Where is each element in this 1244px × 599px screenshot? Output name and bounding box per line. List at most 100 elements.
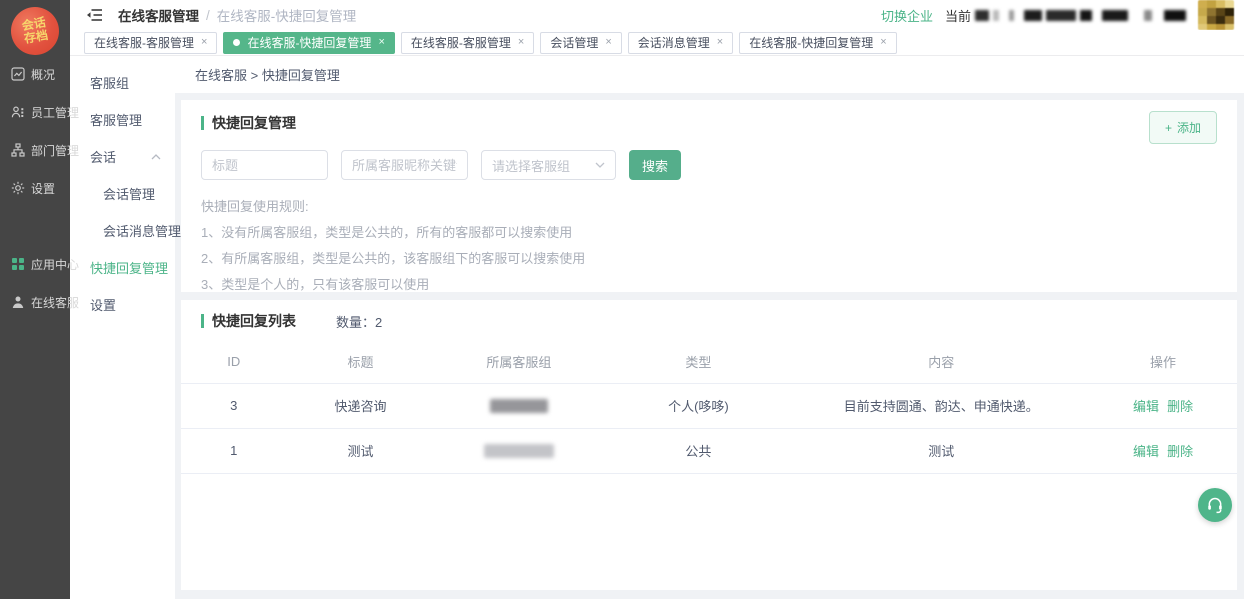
table-row: 3 快递咨询 个人(哆哆) 目前支持圆通、韵达、申通快递。 编辑删除 bbox=[181, 383, 1237, 428]
cell-group bbox=[434, 383, 603, 428]
collapse-menu-icon[interactable] bbox=[85, 7, 103, 23]
cell-title: 快递咨询 bbox=[287, 383, 435, 428]
add-button-label: 添加 bbox=[1177, 119, 1201, 136]
cell-type: 公共 bbox=[603, 428, 793, 473]
customer-service-fab[interactable] bbox=[1198, 488, 1232, 522]
add-button[interactable]: + 添加 bbox=[1149, 111, 1217, 144]
tab-online-service-agent-mgmt-2[interactable]: 在线客服-客服管理 × bbox=[401, 32, 534, 54]
table-row: 1 测试 公共 测试 编辑删除 bbox=[181, 428, 1237, 473]
tab-quick-reply-mgmt[interactable]: 在线客服-快捷回复管理 × bbox=[739, 32, 896, 54]
title-accent-bar bbox=[201, 314, 204, 328]
title-filter-input[interactable] bbox=[201, 150, 328, 180]
sidebar-item-label: 部门管理 bbox=[31, 142, 79, 159]
group-select[interactable]: 请选择客服组 bbox=[481, 150, 616, 180]
active-tab-dot-icon bbox=[233, 39, 240, 46]
page-breadcrumb-text: 在线客服 > 快捷回复管理 bbox=[195, 65, 340, 84]
edit-link[interactable]: 编辑 bbox=[1133, 399, 1159, 414]
breadcrumb-root[interactable]: 在线客服管理 bbox=[118, 5, 199, 25]
current-company-prefix: 当前 bbox=[945, 6, 971, 25]
redacted-text bbox=[1024, 10, 1042, 21]
tab-label: 会话消息管理 bbox=[638, 34, 710, 51]
tab-bar: 在线客服-客服管理 × 在线客服-快捷回复管理 × 在线客服-客服管理 × 会话… bbox=[70, 30, 1244, 56]
subnav-item-session[interactable]: 会话 bbox=[70, 138, 175, 175]
delete-link[interactable]: 删除 bbox=[1167, 399, 1193, 414]
breadcrumb: 在线客服管理 / 在线客服-快捷回复管理 bbox=[118, 5, 356, 25]
sidebar-item-app-center[interactable]: 应用中心 bbox=[0, 245, 70, 283]
current-company: 当前 bbox=[945, 6, 1186, 25]
department-icon bbox=[11, 143, 25, 157]
sidebar-item-label: 应用中心 bbox=[31, 256, 79, 273]
overview-icon bbox=[11, 67, 25, 81]
close-tab-icon[interactable]: × bbox=[605, 37, 611, 48]
cell-content: 测试 bbox=[793, 428, 1089, 473]
manage-card-title-text: 快捷回复管理 bbox=[212, 113, 296, 133]
tab-label: 会话管理 bbox=[550, 34, 598, 51]
search-button[interactable]: 搜索 bbox=[629, 150, 681, 180]
tab-session-mgmt[interactable]: 会话管理 × bbox=[540, 32, 621, 54]
subnav-label: 快捷回复管理 bbox=[90, 258, 168, 277]
close-tab-icon[interactable]: × bbox=[201, 37, 207, 48]
rule-item: 3、类型是个人的，只有该客服可以使用 bbox=[201, 272, 1217, 298]
redacted-text bbox=[1102, 10, 1128, 21]
redacted-text bbox=[993, 10, 999, 21]
cell-actions: 编辑删除 bbox=[1089, 428, 1237, 473]
cell-actions: 编辑删除 bbox=[1089, 383, 1237, 428]
redacted-text bbox=[1164, 10, 1186, 21]
sidebar-item-settings[interactable]: 设置 bbox=[0, 169, 70, 207]
secondary-sidebar: 客服组 客服管理 会话 会话管理 会话消息管理 快捷回复管理 设置 bbox=[70, 56, 175, 599]
close-tab-icon[interactable]: × bbox=[717, 37, 723, 48]
top-header: 在线客服管理 / 在线客服-快捷回复管理 切换企业 当前 bbox=[70, 0, 1244, 30]
close-tab-icon[interactable]: × bbox=[518, 37, 524, 48]
close-tab-icon[interactable]: × bbox=[880, 37, 886, 48]
close-tab-icon[interactable]: × bbox=[378, 37, 384, 48]
tab-label: 在线客服-客服管理 bbox=[94, 34, 194, 51]
col-header-id: ID bbox=[181, 340, 287, 383]
col-header-content: 内容 bbox=[793, 340, 1089, 383]
tab-label: 在线客服-快捷回复管理 bbox=[749, 34, 873, 51]
col-header-type: 类型 bbox=[603, 340, 793, 383]
col-header-action: 操作 bbox=[1089, 340, 1237, 383]
app-center-icon bbox=[11, 257, 25, 271]
rule-item: 2、有所属客服组，类型是公共的，该客服组下的客服可以搜索使用 bbox=[201, 246, 1217, 272]
group-select-placeholder: 请选择客服组 bbox=[492, 156, 570, 175]
subnav-label: 会话 bbox=[90, 147, 116, 166]
tab-label: 在线客服-客服管理 bbox=[411, 34, 511, 51]
cell-type: 个人(哆哆) bbox=[603, 383, 793, 428]
subnav-item-agent-group[interactable]: 客服组 bbox=[70, 64, 175, 101]
sidebar-item-department[interactable]: 部门管理 bbox=[0, 131, 70, 169]
list-card-title-text: 快捷回复列表 bbox=[212, 311, 296, 331]
sidebar-item-overview[interactable]: 概况 bbox=[0, 55, 70, 93]
delete-link[interactable]: 删除 bbox=[1167, 444, 1193, 459]
cell-id: 1 bbox=[181, 428, 287, 473]
count-label: 数量： bbox=[336, 315, 375, 330]
cell-group bbox=[434, 428, 603, 473]
chevron-down-icon bbox=[595, 162, 605, 168]
plus-icon: + bbox=[1165, 121, 1172, 135]
breadcrumb-current: 在线客服-快捷回复管理 bbox=[217, 5, 357, 25]
redacted-text bbox=[1046, 10, 1076, 21]
switch-company-link[interactable]: 切换企业 bbox=[881, 6, 933, 25]
tab-online-service-agent-mgmt[interactable]: 在线客服-客服管理 × bbox=[84, 32, 217, 54]
subnav-item-session-mgmt[interactable]: 会话管理 bbox=[70, 175, 175, 212]
redacted-text bbox=[1080, 10, 1092, 21]
sidebar-item-online-service[interactable]: 在线客服 bbox=[0, 283, 70, 321]
logo-line2: 存档 bbox=[23, 29, 49, 46]
subnav-item-settings[interactable]: 设置 bbox=[70, 286, 175, 323]
redacted-text bbox=[1009, 10, 1014, 21]
quick-reply-list-card: 快捷回复列表 数量：2 ID 标题 所属客服组 类型 内容 操作 bbox=[181, 300, 1237, 590]
tab-quick-reply-mgmt-active[interactable]: 在线客服-快捷回复管理 × bbox=[223, 32, 394, 54]
breadcrumb-separator: / bbox=[206, 8, 210, 23]
subnav-item-quick-reply-mgmt[interactable]: 快捷回复管理 bbox=[70, 249, 175, 286]
subnav-item-session-message-mgmt[interactable]: 会话消息管理 bbox=[70, 212, 175, 249]
edit-link[interactable]: 编辑 bbox=[1133, 444, 1159, 459]
tab-session-message-mgmt[interactable]: 会话消息管理 × bbox=[628, 32, 733, 54]
avatar[interactable] bbox=[1198, 0, 1234, 30]
manage-card-title: 快捷回复管理 bbox=[201, 113, 1217, 133]
primary-sidebar: 会话 存档 概况 员工管理 部门管理 设置 bbox=[0, 0, 70, 599]
cell-content: 目前支持圆通、韵达、申通快递。 bbox=[793, 383, 1089, 428]
usage-rules: 快捷回复使用规则: 1、没有所属客服组，类型是公共的，所有的客服都可以搜索使用 … bbox=[201, 194, 1217, 298]
sidebar-item-staff[interactable]: 员工管理 bbox=[0, 93, 70, 131]
cell-id: 3 bbox=[181, 383, 287, 428]
subnav-item-agent-mgmt[interactable]: 客服管理 bbox=[70, 101, 175, 138]
nickname-filter-input[interactable] bbox=[341, 150, 468, 180]
